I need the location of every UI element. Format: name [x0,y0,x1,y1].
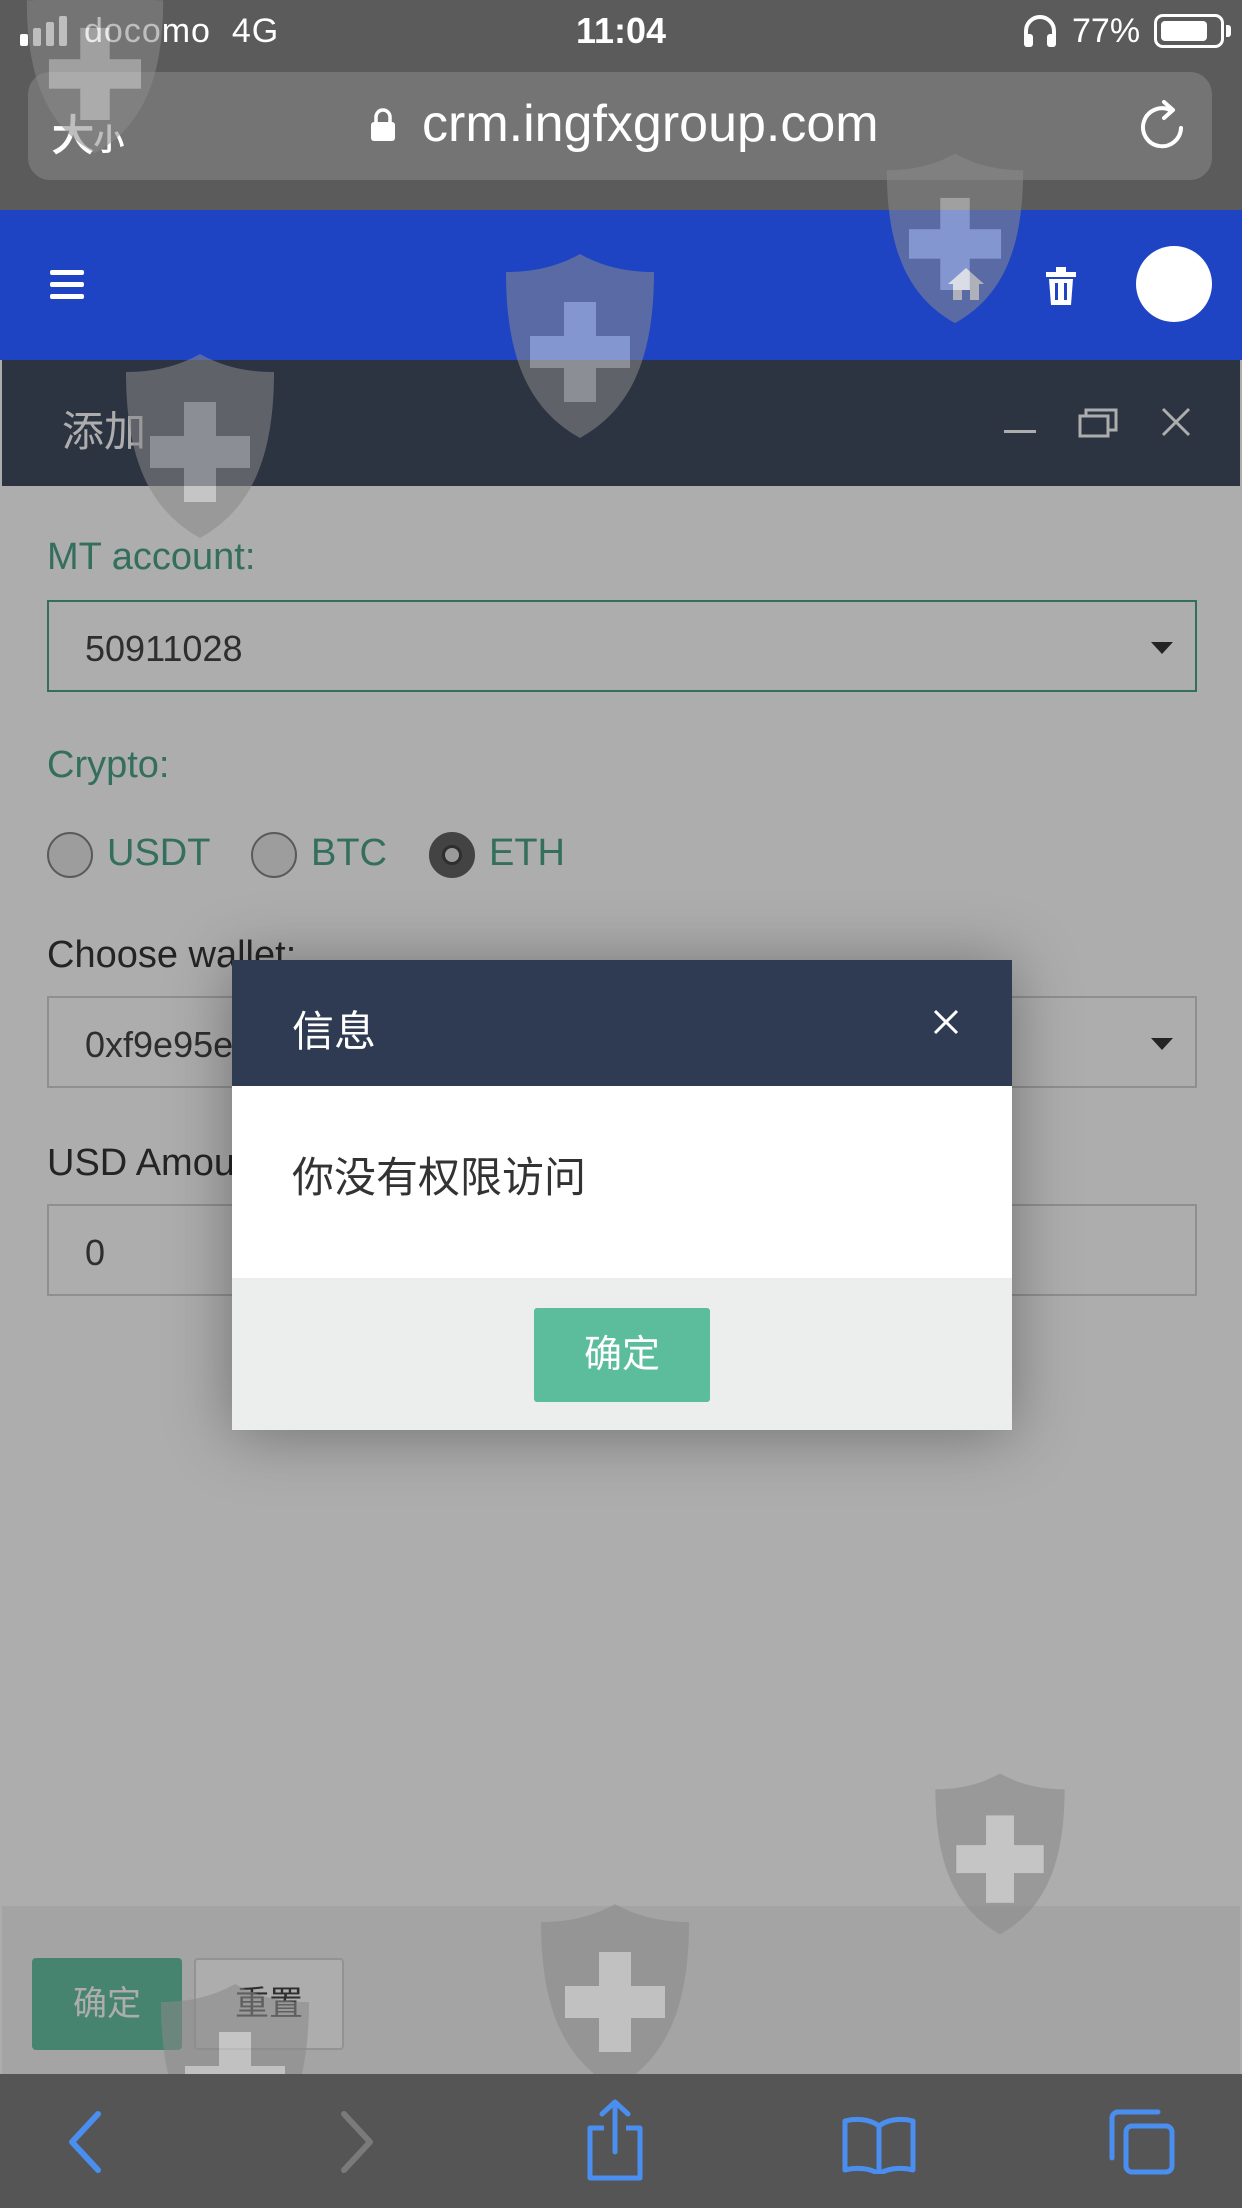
battery-icon [1154,14,1231,48]
forward-icon[interactable] [336,2110,376,2174]
address-bar[interactable]: 大小 crm.ingfxgroup.com [28,72,1212,180]
bookmarks-icon[interactable] [842,2116,916,2174]
dialog-title: 信息 [292,1008,377,1055]
trash-icon[interactable] [1044,266,1078,306]
url-text: crm.ingfxgroup.com [422,95,879,153]
dialog-ok-button[interactable]: 确定 [534,1308,710,1402]
tabs-icon[interactable] [1108,2108,1176,2176]
close-icon[interactable] [932,1008,960,1036]
app-header [0,210,1242,360]
battery-percent: 77% [1072,12,1141,50]
menu-icon[interactable] [50,270,84,300]
browser-chrome: docomo 4G 11:04 77% 大小 crm.ingfxgroup.co… [0,0,1242,210]
dialog-footer: 确定 [232,1278,1012,1430]
status-bar: docomo 4G 11:04 77% [0,0,1242,64]
avatar[interactable] [1136,246,1212,322]
browser-toolbar [0,2074,1242,2208]
lock-icon [371,108,395,141]
reload-icon[interactable] [1136,98,1190,154]
home-icon[interactable] [946,266,986,302]
dialog-message: 你没有权限访问 [292,1154,587,1201]
back-icon[interactable] [66,2110,106,2174]
dialog-title-bar: 信息 [232,960,1012,1086]
text-size-button[interactable]: 大小 [52,102,124,163]
headphones-icon [1024,15,1056,47]
share-icon[interactable] [584,2098,646,2182]
message-dialog: 信息 你没有权限访问 确定 [232,960,1012,1430]
